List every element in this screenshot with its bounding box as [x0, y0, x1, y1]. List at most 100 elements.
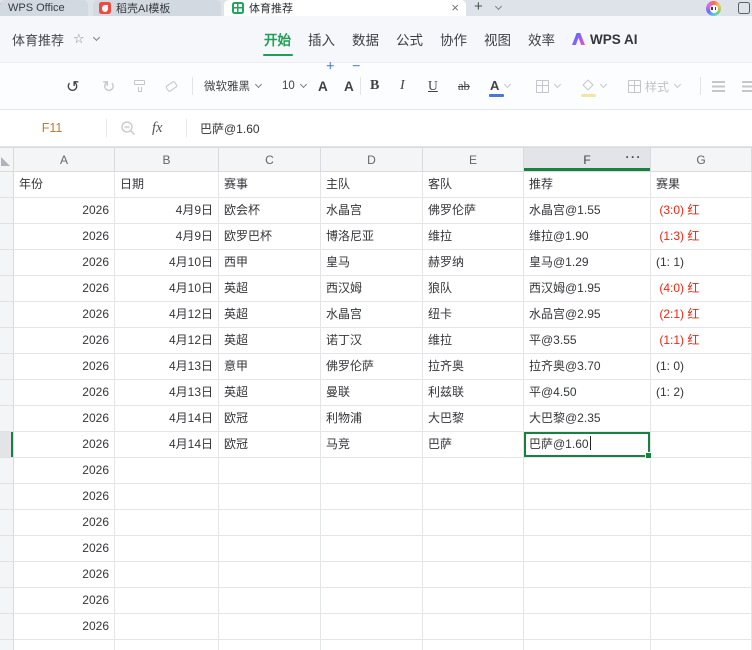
formula-bar-value[interactable]: 巴萨@1.60 [200, 110, 260, 146]
column-header-E[interactable]: E [423, 148, 524, 172]
cell-E2[interactable]: 佛罗伦萨 [423, 198, 524, 224]
cell-E5[interactable]: 狼队 [423, 276, 524, 302]
cell-C10[interactable]: 欧冠 [219, 406, 321, 432]
cell-A13[interactable]: 2026 [14, 484, 115, 510]
font-color-button[interactable]: A [489, 63, 512, 109]
new-tab-button[interactable]: + [474, 0, 483, 15]
cell-C12[interactable] [219, 458, 321, 484]
row-header-7[interactable]: 7 [0, 328, 14, 354]
cell-B11[interactable]: 4月14日 [115, 432, 219, 458]
cell-B18[interactable] [115, 614, 219, 640]
cell-B12[interactable] [115, 458, 219, 484]
cell-F14[interactable] [524, 510, 651, 536]
cell-A6[interactable]: 2026 [14, 302, 115, 328]
tab-wps-office[interactable]: WPS Office [0, 0, 88, 16]
cell-D1[interactable]: 主队 [321, 172, 423, 198]
star-favorite-icon[interactable]: ☆ [73, 31, 85, 47]
title-chevron-down-icon[interactable] [92, 33, 100, 42]
row-header-15[interactable]: 15 [0, 536, 14, 562]
cell-F13[interactable] [524, 484, 651, 510]
cell-A12[interactable]: 2026 [14, 458, 115, 484]
zoom-out-icon[interactable] [120, 120, 136, 136]
column-header-G[interactable]: G [651, 148, 752, 172]
cell-E9[interactable]: 利兹联 [423, 380, 524, 406]
cell-B7[interactable]: 4月12日 [115, 328, 219, 354]
tab-docer-ai[interactable]: 稻壳AI模板 [93, 0, 221, 16]
column-header-D[interactable]: D [321, 148, 423, 172]
column-header-A[interactable]: A [14, 148, 115, 172]
cell-A18[interactable]: 2026 [14, 614, 115, 640]
row-header-4[interactable]: 4 [0, 250, 14, 276]
cell-E18[interactable] [423, 614, 524, 640]
cell-C19[interactable] [219, 640, 321, 650]
cell-C3[interactable]: 欧罗巴杯 [219, 224, 321, 250]
cell-G14[interactable] [651, 510, 752, 536]
row-header-10[interactable]: 10 [0, 406, 14, 432]
cell-F18[interactable] [524, 614, 651, 640]
cell-E12[interactable] [423, 458, 524, 484]
cell-A19[interactable] [14, 640, 115, 650]
cell-C15[interactable] [219, 536, 321, 562]
cell-C6[interactable]: 英超 [219, 302, 321, 328]
cell-B19[interactable] [115, 640, 219, 650]
decrease-font-button[interactable]: A － [344, 61, 361, 109]
cell-A2[interactable]: 2026 [14, 198, 115, 224]
new-tab-chevron-down-icon[interactable] [494, 2, 503, 11]
cell-E4[interactable]: 赫罗纳 [423, 250, 524, 276]
cell-F9[interactable]: 平@4.50 [524, 380, 651, 406]
cell-G2[interactable]: (3:0) 红 [651, 198, 752, 224]
cell-F15[interactable] [524, 536, 651, 562]
cell-D4[interactable]: 皇马 [321, 250, 423, 276]
cell-D6[interactable]: 水晶宫 [321, 302, 423, 328]
row-header-13[interactable]: 13 [0, 484, 14, 510]
cell-A15[interactable]: 2026 [14, 536, 115, 562]
cell-A14[interactable]: 2026 [14, 510, 115, 536]
menu-view[interactable]: 视图 [484, 29, 511, 49]
cell-F6[interactable]: 水品宫@2.95 [524, 302, 651, 328]
cell-C9[interactable]: 英超 [219, 380, 321, 406]
italic-button[interactable]: I [400, 63, 405, 109]
borders-button[interactable] [536, 63, 562, 109]
menu-collaborate[interactable]: 协作 [440, 29, 467, 49]
column-menu-dots-icon[interactable]: ··· [626, 148, 643, 169]
cell-B14[interactable] [115, 510, 219, 536]
cell-C1[interactable]: 赛事 [219, 172, 321, 198]
row-header-16[interactable]: 16 [0, 562, 14, 588]
row-header-3[interactable]: 3 [0, 224, 14, 250]
cell-E19[interactable] [423, 640, 524, 650]
row-header-5[interactable]: 5 [0, 276, 14, 302]
cell-G5[interactable]: (4:0) 红 [651, 276, 752, 302]
cell-A3[interactable]: 2026 [14, 224, 115, 250]
cell-D18[interactable] [321, 614, 423, 640]
cell-F1[interactable]: 推荐 [524, 172, 651, 198]
cell-A5[interactable]: 2026 [14, 276, 115, 302]
cell-D16[interactable] [321, 562, 423, 588]
row-header-17[interactable]: 17 [0, 588, 14, 614]
cell-E3[interactable]: 维拉 [423, 224, 524, 250]
cell-B15[interactable] [115, 536, 219, 562]
cell-G3[interactable]: (1:3) 红 [651, 224, 752, 250]
strikethrough-button[interactable]: ab [458, 63, 470, 109]
select-all-corner[interactable] [0, 148, 14, 172]
cell-E11[interactable]: 巴萨 [423, 432, 524, 458]
cell-F10[interactable]: 大巴黎@2.35 [524, 406, 651, 432]
row-header-11[interactable]: 11 [0, 432, 14, 458]
cell-G17[interactable] [651, 588, 752, 614]
cell-A17[interactable]: 2026 [14, 588, 115, 614]
cell-C5[interactable]: 英超 [219, 276, 321, 302]
cell-B4[interactable]: 4月10日 [115, 250, 219, 276]
cell-D2[interactable]: 水晶宫 [321, 198, 423, 224]
user-avatar[interactable] [706, 1, 721, 16]
underline-button[interactable]: U [428, 63, 438, 109]
cell-D17[interactable] [321, 588, 423, 614]
cell-F12[interactable] [524, 458, 651, 484]
cell-A4[interactable]: 2026 [14, 250, 115, 276]
cell-B8[interactable]: 4月13日 [115, 354, 219, 380]
cell-C18[interactable] [219, 614, 321, 640]
cell-C14[interactable] [219, 510, 321, 536]
cell-E16[interactable] [423, 562, 524, 588]
cell-A1[interactable]: 年份 [14, 172, 115, 198]
cell-B13[interactable] [115, 484, 219, 510]
menu-data[interactable]: 数据 [352, 29, 379, 49]
cell-C13[interactable] [219, 484, 321, 510]
